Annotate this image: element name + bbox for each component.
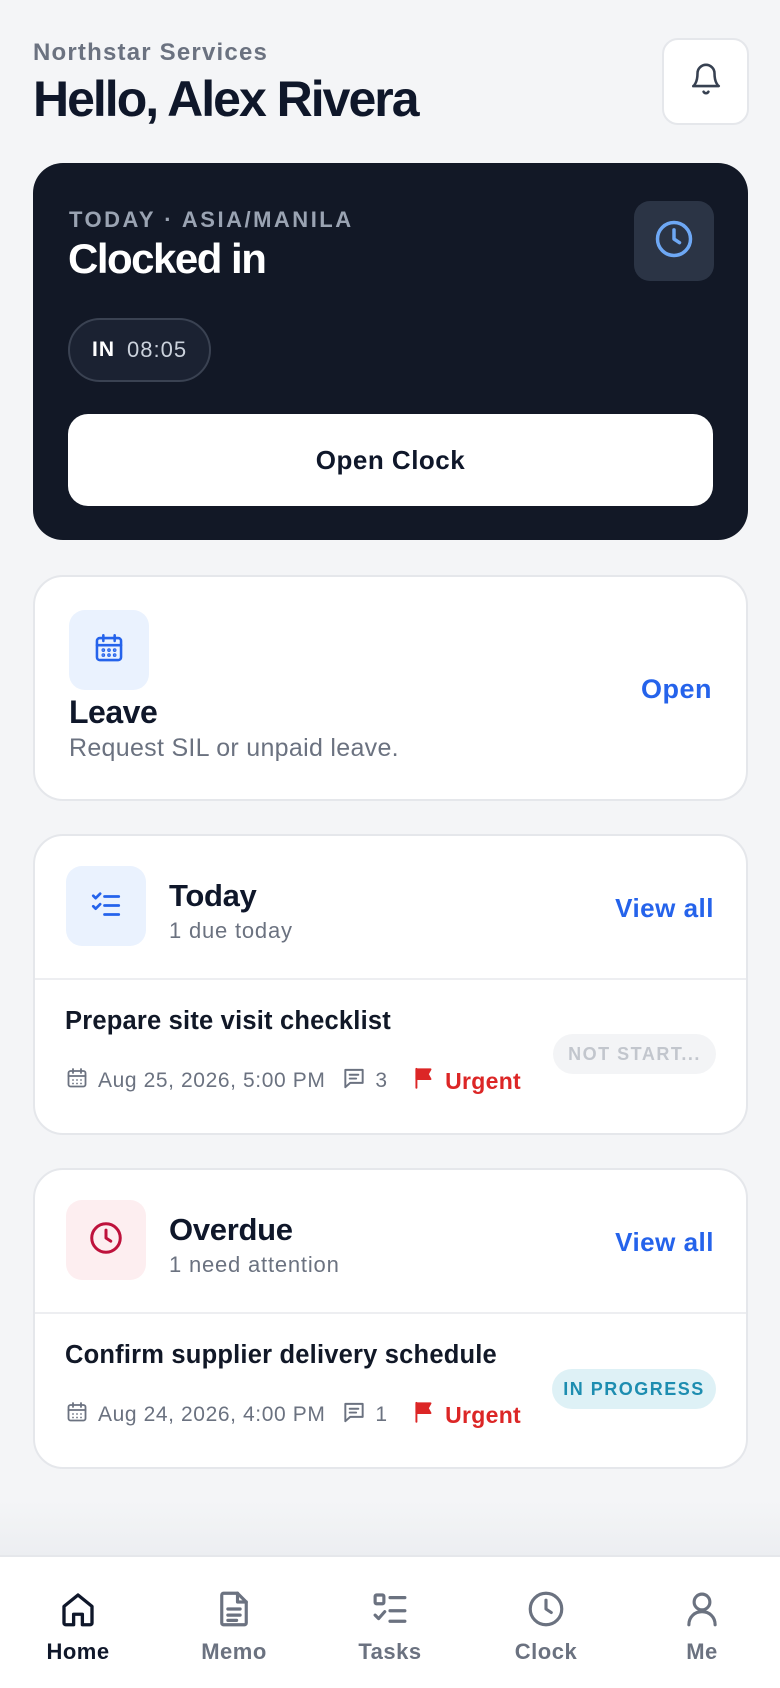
- today-header: Today 1 due today View all: [35, 836, 746, 980]
- task-title: Prepare site visit checklist: [65, 1007, 391, 1035]
- clock-in-time: 08:05: [127, 337, 188, 362]
- document-icon: [212, 1587, 256, 1631]
- org-name: Northstar Services: [33, 39, 269, 66]
- bottom-fade: [0, 1500, 780, 1556]
- task-comment-count: 3: [375, 1069, 388, 1092]
- task-comment-count: 1: [375, 1403, 388, 1426]
- today-view-all-link[interactable]: View all: [615, 893, 714, 924]
- bottom-nav: Home Memo Tasks Clock Me: [0, 1555, 780, 1688]
- nav-item-me[interactable]: Me: [624, 1557, 780, 1688]
- open-clock-button[interactable]: Open Clock: [68, 414, 713, 506]
- nav-item-tasks[interactable]: Tasks: [312, 1557, 468, 1688]
- checklist-icon: [88, 886, 124, 927]
- task-due: Aug 25, 2026, 5:00 PM: [65, 1066, 325, 1096]
- today-icon-box: [66, 866, 146, 946]
- nav-label: Memo: [201, 1639, 267, 1664]
- clock-card: TODAY · ASIA/MANILA Clocked in IN 08:05 …: [33, 163, 748, 540]
- nav-label: Tasks: [358, 1639, 422, 1664]
- flag-icon: [411, 1065, 437, 1097]
- task-priority: Urgent: [411, 1065, 521, 1097]
- status-badge: NOT START...: [553, 1034, 716, 1074]
- clock-timezone-label: TODAY · ASIA/MANILA: [69, 207, 354, 232]
- calendar-icon: [65, 1066, 89, 1096]
- nav-item-memo[interactable]: Memo: [156, 1557, 312, 1688]
- clock-icon: [524, 1587, 568, 1631]
- task-due: Aug 24, 2026, 4:00 PM: [65, 1400, 325, 1430]
- bell-icon: [689, 62, 723, 101]
- overdue-subtitle: 1 need attention: [169, 1252, 340, 1277]
- comment-icon: [341, 1065, 367, 1097]
- task-comments: 1: [341, 1399, 387, 1431]
- task-row[interactable]: Prepare site visit checklist Aug 25, 202…: [35, 980, 746, 1133]
- comment-icon: [341, 1399, 367, 1431]
- today-tasks-card: Today 1 due today View all Prepare site …: [33, 834, 748, 1135]
- user-icon: [680, 1587, 724, 1631]
- header: Northstar Services Hello, Alex Rivera: [33, 36, 749, 127]
- overdue-icon-box: [66, 1200, 146, 1280]
- leave-icon-box: [69, 610, 149, 690]
- home-screen: Northstar Services Hello, Alex Rivera TO…: [0, 0, 780, 1688]
- clock-card-icon-box: [634, 201, 714, 281]
- task-meta: Aug 25, 2026, 5:00 PM 3 Urgent: [65, 1064, 521, 1098]
- nav-label: Clock: [514, 1639, 578, 1664]
- today-subtitle: 1 due today: [169, 918, 293, 943]
- task-meta: Aug 24, 2026, 4:00 PM 1 Urgent: [65, 1398, 521, 1432]
- nav-item-clock[interactable]: Clock: [468, 1557, 624, 1688]
- tasks-icon: [368, 1587, 412, 1631]
- leave-title: Leave: [69, 694, 158, 730]
- task-row[interactable]: Confirm supplier delivery schedule Aug 2…: [35, 1314, 746, 1467]
- greeting-title: Hello, Alex Rivera: [33, 71, 420, 127]
- task-priority-label: Urgent: [445, 1067, 522, 1094]
- nav-item-home[interactable]: Home: [0, 1557, 156, 1688]
- leave-card[interactable]: Leave Request SIL or unpaid leave. Open: [33, 575, 748, 801]
- leave-open-link[interactable]: Open: [641, 674, 712, 705]
- flag-icon: [411, 1399, 437, 1431]
- overdue-view-all-link[interactable]: View all: [615, 1227, 714, 1258]
- task-title: Confirm supplier delivery schedule: [65, 1341, 497, 1369]
- overdue-tasks-card: Overdue 1 need attention View all Confir…: [33, 1168, 748, 1469]
- notifications-button[interactable]: [662, 38, 749, 125]
- clock-in-label: IN: [92, 338, 115, 361]
- nav-label: Me: [686, 1639, 718, 1664]
- clock-in-pill: IN 08:05: [68, 318, 212, 382]
- task-priority: Urgent: [411, 1399, 521, 1431]
- clock-icon: [87, 1219, 125, 1262]
- leave-subtitle: Request SIL or unpaid leave.: [69, 734, 399, 762]
- nav-label: Home: [46, 1639, 110, 1664]
- task-comments: 3: [341, 1065, 387, 1097]
- task-priority-label: Urgent: [445, 1401, 522, 1428]
- today-title: Today: [169, 878, 257, 913]
- home-icon: [56, 1587, 100, 1631]
- overdue-title: Overdue: [169, 1212, 293, 1247]
- clock-status: Clocked in: [68, 235, 267, 282]
- task-due-text: Aug 25, 2026, 5:00 PM: [98, 1069, 326, 1092]
- status-badge: IN PROGRESS: [552, 1369, 716, 1409]
- clock-icon: [652, 217, 696, 266]
- calendar-icon: [92, 631, 126, 670]
- calendar-icon: [65, 1400, 89, 1430]
- task-due-text: Aug 24, 2026, 4:00 PM: [98, 1403, 326, 1426]
- overdue-header: Overdue 1 need attention View all: [35, 1170, 746, 1314]
